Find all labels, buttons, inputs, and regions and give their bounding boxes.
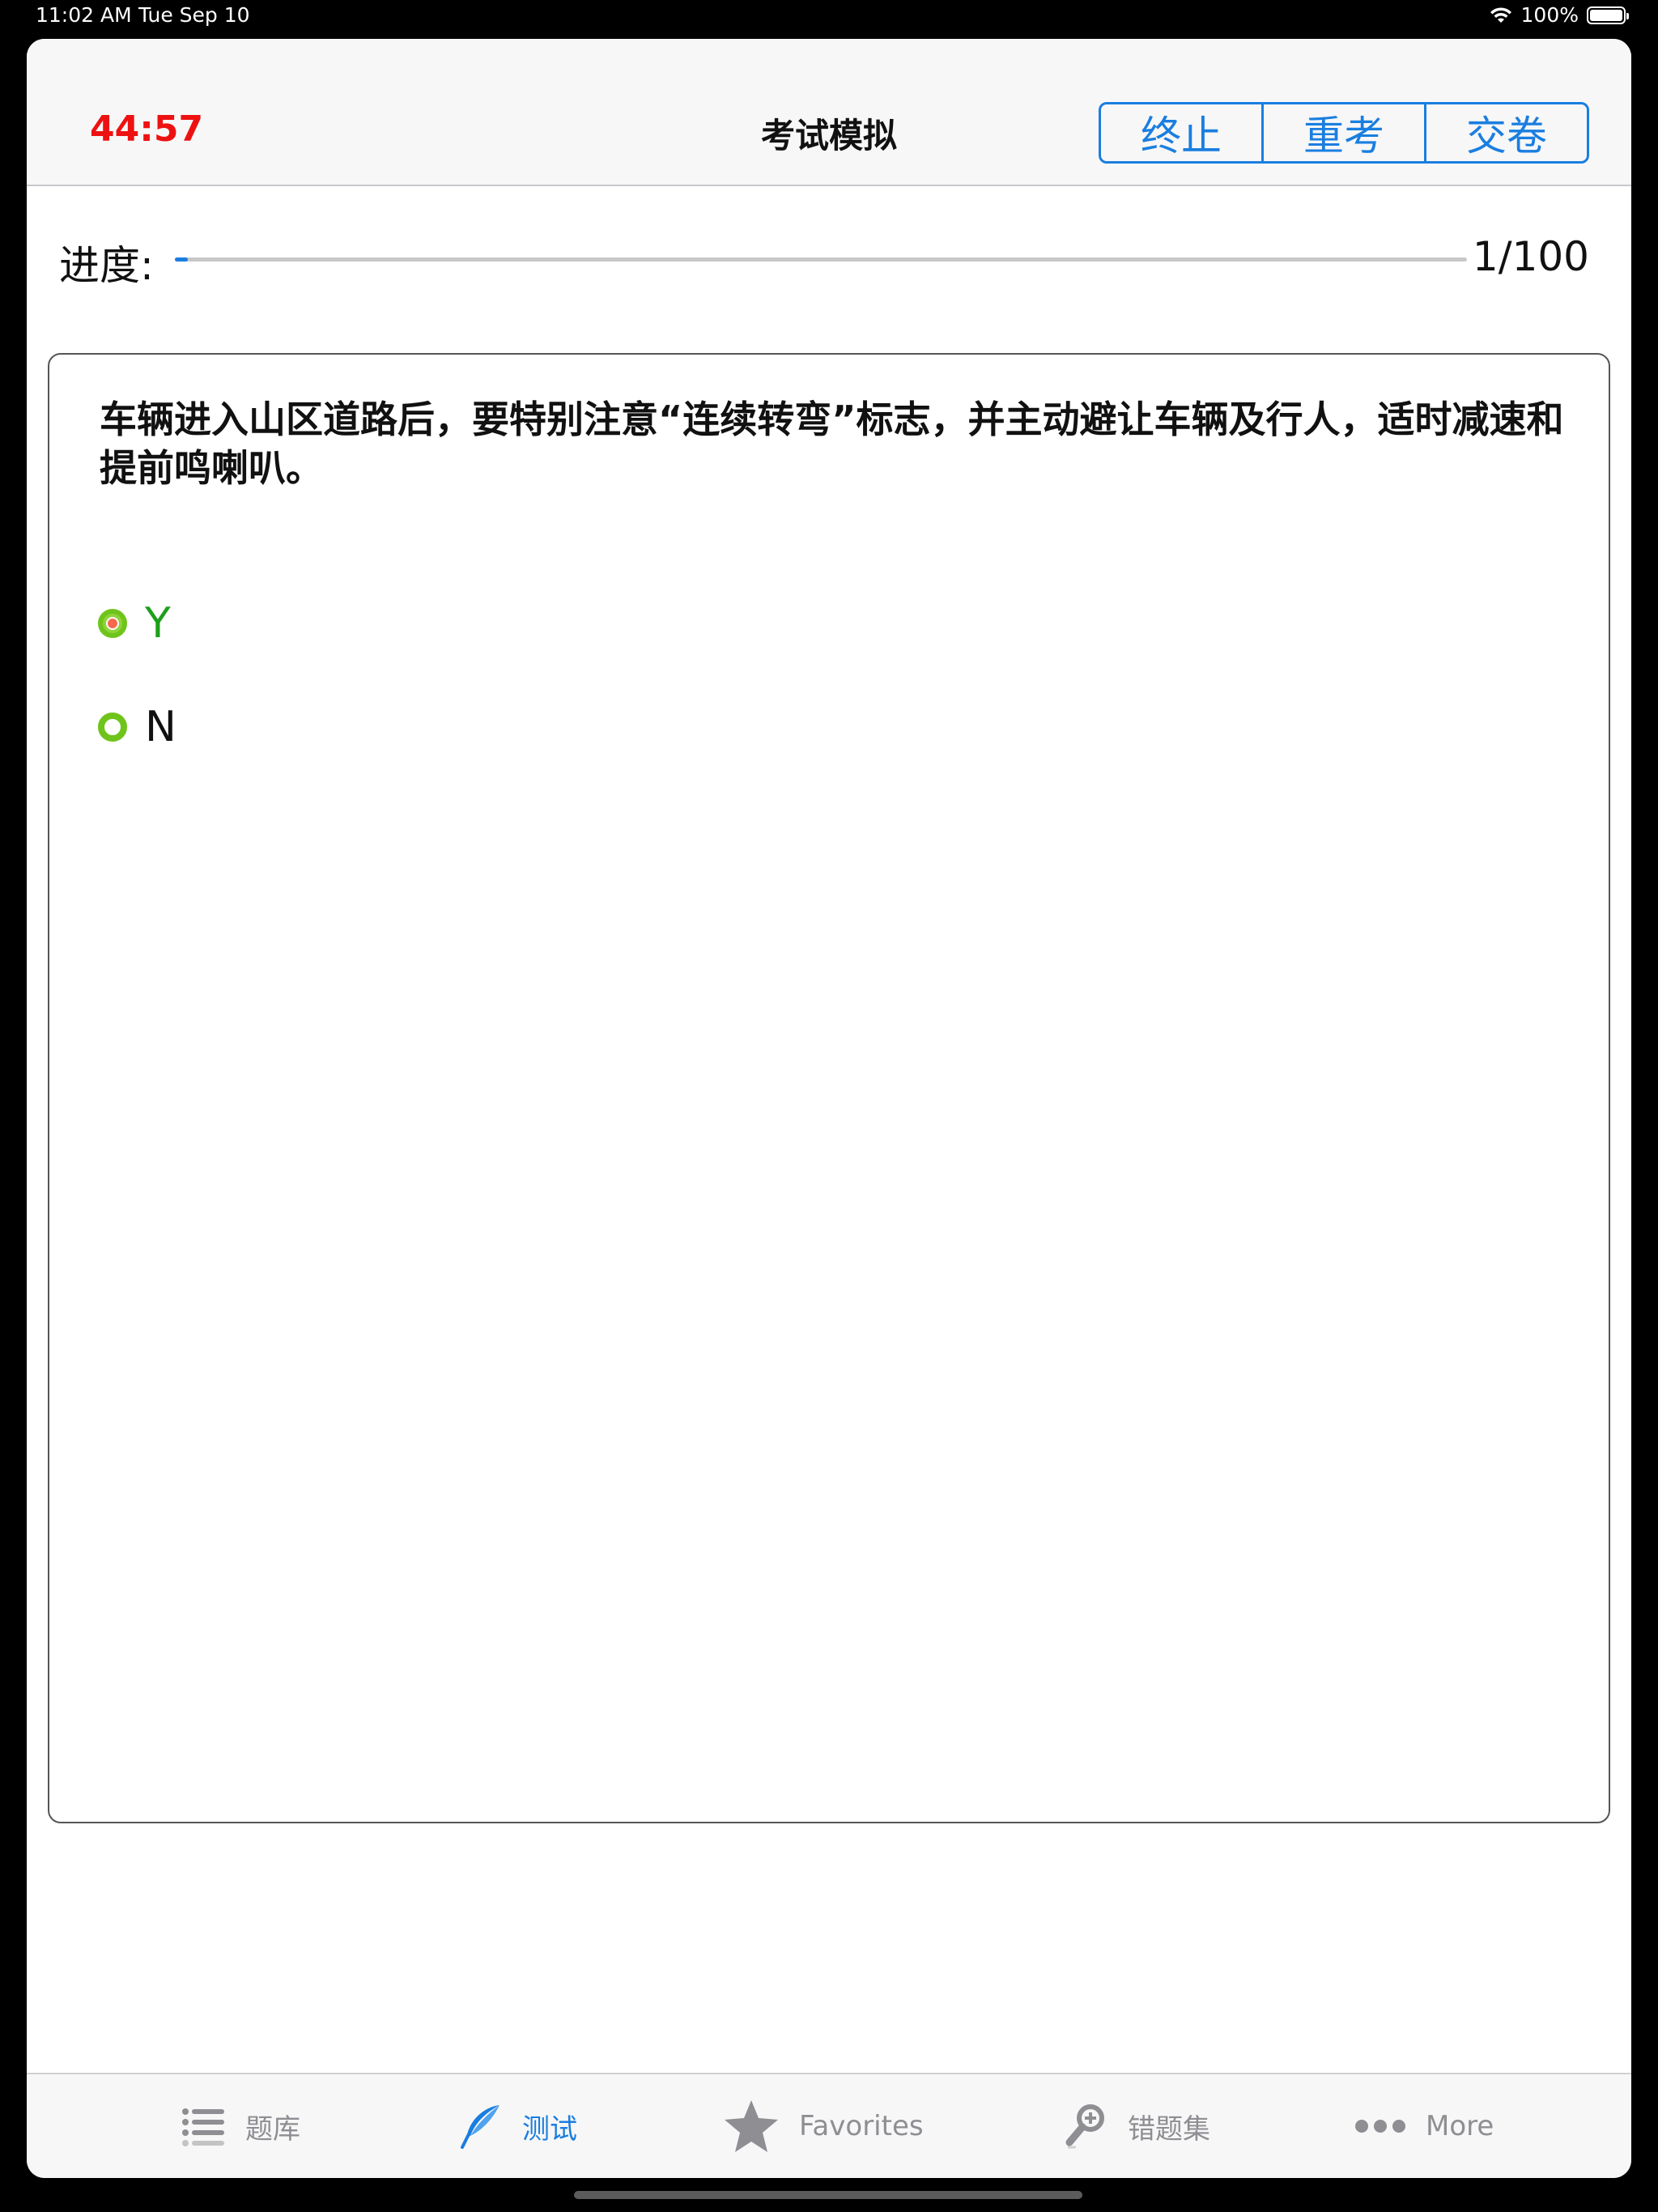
status-bar: 11:02 AM Tue Sep 10 100% [0,0,1658,36]
progress-bar-fill [175,257,188,262]
tab-label: 测试 [522,2112,577,2146]
battery-icon [1587,6,1629,24]
question-card: 车辆进入山区道路后，要特别注意“连续转弯”标志，并主动避让车辆及行人，适时减速和… [48,353,1610,1823]
tab-label: Favorites [799,2110,924,2142]
progress-bar [175,257,1467,262]
home-indicator[interactable] [574,2191,1082,2199]
tab-bar: 题库 测试 Favorites 错题集 More [27,2073,1631,2178]
option-label: Y [145,599,171,648]
status-time: 11:02 AM [36,3,132,27]
submit-button[interactable]: 交卷 [1426,104,1587,161]
status-right: 100% [1489,3,1629,27]
tab-test[interactable]: 测试 [457,2074,577,2178]
battery-level [1590,9,1622,21]
progress-label: 进度: [59,242,154,289]
tab-label: More [1426,2110,1494,2142]
tab-more[interactable]: More [1354,2074,1494,2178]
exam-actions-segmented-control: 终止 重考 交卷 [1099,102,1589,164]
retake-button[interactable]: 重考 [1264,104,1426,161]
tab-question-bank[interactable]: 题库 [181,2074,300,2178]
status-date: Tue Sep 10 [138,3,250,27]
tab-label: 错题集 [1128,2112,1210,2146]
star-icon [723,2099,780,2154]
radio-selected-icon[interactable] [98,609,127,638]
progress-count: 1/100 [1472,233,1589,280]
nav-bar: 44:57 考试模拟 终止 重考 交卷 [27,39,1631,186]
tab-label: 题库 [245,2112,300,2146]
option-yes[interactable]: Y [98,599,171,648]
radio-unselected-icon[interactable] [98,713,127,742]
stop-button[interactable]: 终止 [1101,104,1264,161]
more-icon [1354,2118,1406,2134]
exam-sheet: 44:57 考试模拟 终止 重考 交卷 进度: 1/100 车辆进入山区道路后，… [27,39,1631,2178]
wifi-icon [1489,6,1513,24]
question-text: 车辆进入山区道路后，要特别注意“连续转弯”标志，并主动避让车辆及行人，适时减速和… [100,398,1564,490]
tab-wrong-questions[interactable]: 错题集 [1063,2074,1210,2178]
list-icon [181,2104,226,2149]
magnifier-plus-icon [1063,2102,1108,2150]
tab-favorites[interactable]: Favorites [723,2074,924,2178]
battery-percent: 100% [1520,3,1579,27]
option-label: N [145,703,176,751]
quill-icon [457,2102,503,2150]
option-no[interactable]: N [98,703,176,751]
